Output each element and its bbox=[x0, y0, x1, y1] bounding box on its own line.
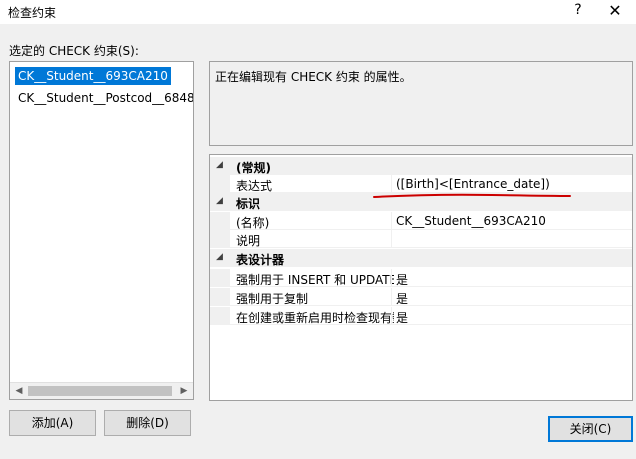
title-bar: 检查约束 ? ✕ bbox=[0, 0, 636, 24]
category-general[interactable]: ◢ (常规) bbox=[210, 157, 632, 175]
collapse-icon[interactable]: ◢ bbox=[216, 160, 223, 170]
category-label: (常规) bbox=[236, 161, 271, 175]
scroll-left-icon[interactable]: ◀ bbox=[12, 384, 26, 398]
property-value[interactable]: CK__Student__693CA210 bbox=[396, 214, 546, 228]
collapse-icon[interactable]: ◢ bbox=[216, 252, 223, 262]
constraint-listbox[interactable]: CK__Student__693CA210 CK__Student__Postc… bbox=[9, 61, 194, 400]
collapse-icon[interactable]: ◢ bbox=[216, 196, 223, 206]
add-button[interactable]: 添加(A) bbox=[9, 410, 96, 436]
underline-stroke bbox=[373, 193, 571, 198]
category-label: 标识 bbox=[236, 197, 261, 211]
close-icon[interactable]: ✕ bbox=[607, 1, 623, 20]
property-row-name[interactable]: (名称) CK__Student__693CA210 bbox=[210, 212, 632, 230]
description-panel: 正在编辑现有 CHECK 约束 的属性。 bbox=[209, 61, 633, 146]
constraint-list-items: CK__Student__693CA210 CK__Student__Postc… bbox=[10, 62, 193, 382]
scrollbar-thumb[interactable] bbox=[28, 386, 172, 396]
red-underline-annotation bbox=[373, 193, 571, 198]
description-text: 正在编辑现有 CHECK 约束 的属性。 bbox=[215, 70, 412, 84]
property-row-check-existing[interactable]: 在创建或重新启用时检查现有数据 是 bbox=[210, 307, 632, 325]
scroll-right-icon[interactable]: ▶ bbox=[177, 384, 191, 398]
close-button[interactable]: 关闭(C) bbox=[548, 416, 633, 442]
category-label: 表设计器 bbox=[236, 253, 285, 267]
property-value[interactable]: ([Birth]<[Entrance_date]) bbox=[396, 177, 550, 191]
window-title: 检查约束 bbox=[8, 6, 57, 20]
list-item[interactable]: CK__Student__Postcod__68487D bbox=[15, 89, 193, 107]
horizontal-scrollbar[interactable]: ◀ ▶ bbox=[10, 382, 193, 399]
constraint-list-label: 选定的 CHECK 约束(S): bbox=[9, 44, 139, 58]
property-row-enforce-replication[interactable]: 强制用于复制 是 bbox=[210, 288, 632, 306]
list-item[interactable]: CK__Student__693CA210 bbox=[15, 67, 171, 85]
property-row-enforce-insert-update[interactable]: 强制用于 INSERT 和 UPDATE 是 bbox=[210, 269, 632, 287]
help-icon[interactable]: ? bbox=[571, 2, 585, 18]
delete-button[interactable]: 删除(D) bbox=[104, 410, 191, 436]
property-row-description[interactable]: 说明 bbox=[210, 230, 632, 248]
category-table-designer[interactable]: ◢ 表设计器 bbox=[210, 249, 632, 267]
